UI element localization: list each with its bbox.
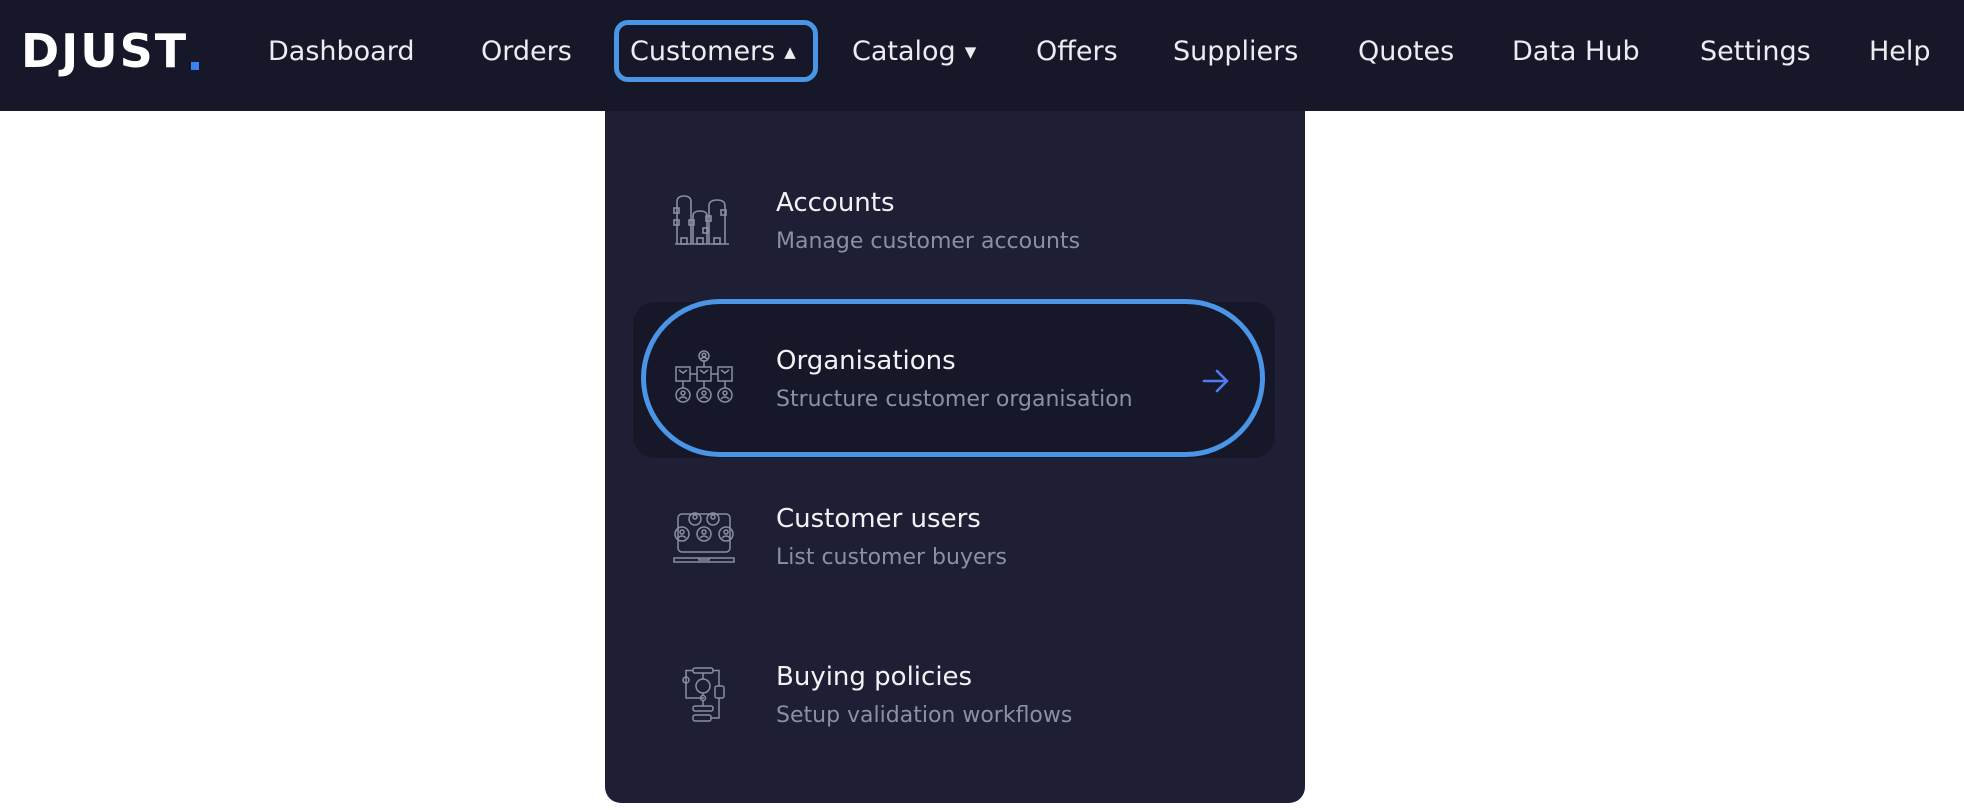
logo-text: DJUST bbox=[21, 24, 189, 78]
caret-up-icon: ▲ bbox=[784, 42, 796, 61]
nav-catalog[interactable]: Catalog ▼ bbox=[852, 20, 976, 82]
nav-label: Orders bbox=[481, 35, 572, 67]
nav-suppliers[interactable]: Suppliers bbox=[1173, 20, 1298, 82]
workflow-icon bbox=[673, 666, 735, 726]
logo-dot bbox=[191, 62, 200, 70]
arrow-right-icon bbox=[1201, 366, 1231, 396]
menu-item-subtitle: Manage customer accounts bbox=[776, 229, 1081, 254]
nav-label: Customers bbox=[630, 35, 776, 67]
djust-logo[interactable]: DJUST bbox=[21, 24, 200, 78]
nav-label: Dashboard bbox=[268, 35, 415, 67]
nav-label: Quotes bbox=[1358, 35, 1455, 67]
nav-data-hub[interactable]: Data Hub bbox=[1512, 20, 1640, 82]
nav-label: Data Hub bbox=[1512, 35, 1640, 67]
menu-item-title: Organisations bbox=[776, 346, 956, 376]
org-chart-icon bbox=[673, 350, 735, 410]
nav-customers[interactable]: Customers ▲ bbox=[614, 20, 818, 82]
users-laptop-icon bbox=[673, 508, 735, 568]
top-navbar: DJUST Dashboard Orders Customers ▲ Catal… bbox=[0, 0, 1964, 111]
menu-item-accounts[interactable]: Accounts Manage customer accounts bbox=[633, 144, 1275, 300]
buildings-icon bbox=[673, 192, 735, 252]
menu-item-customer-users[interactable]: Customer users List customer buyers bbox=[633, 460, 1275, 616]
nav-quotes[interactable]: Quotes bbox=[1358, 20, 1454, 82]
nav-orders[interactable]: Orders bbox=[481, 20, 572, 82]
menu-item-subtitle: Setup validation workflows bbox=[776, 703, 1073, 728]
nav-label: Catalog bbox=[852, 35, 956, 67]
menu-item-buying-policies[interactable]: Buying policies Setup validation workflo… bbox=[633, 618, 1275, 774]
nav-offers[interactable]: Offers bbox=[1036, 20, 1118, 82]
nav-label: Help bbox=[1869, 35, 1931, 67]
menu-item-title: Accounts bbox=[776, 188, 895, 218]
menu-item-organisations[interactable]: Organisations Structure customer organis… bbox=[633, 299, 1275, 458]
nav-help[interactable]: Help bbox=[1869, 20, 1931, 82]
menu-item-title: Buying policies bbox=[776, 662, 973, 692]
caret-down-icon: ▼ bbox=[964, 42, 977, 61]
nav-settings[interactable]: Settings bbox=[1700, 20, 1811, 82]
nav-label: Offers bbox=[1036, 35, 1118, 67]
menu-item-subtitle: Structure customer organisation bbox=[776, 387, 1133, 412]
customers-dropdown-menu: Accounts Manage customer accounts Organi… bbox=[605, 111, 1305, 803]
nav-label: Suppliers bbox=[1173, 35, 1299, 67]
nav-dashboard[interactable]: Dashboard bbox=[268, 20, 414, 82]
nav-label: Settings bbox=[1700, 35, 1811, 67]
menu-item-subtitle: List customer buyers bbox=[776, 545, 1008, 570]
menu-item-title: Customer users bbox=[776, 504, 981, 534]
